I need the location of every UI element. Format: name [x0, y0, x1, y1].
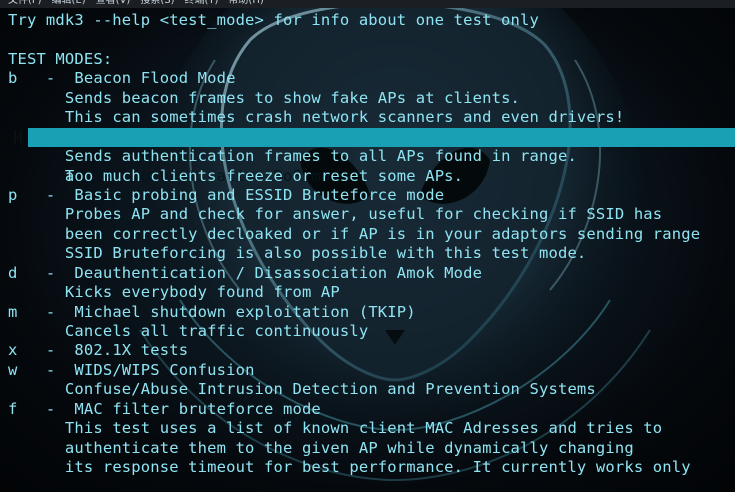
mode-desc: its response timeout for best performanc… [64, 458, 691, 477]
terminal-output[interactable]: Try mdk3 --help <test_mode> for info abo… [8, 11, 735, 492]
menu-edit[interactable]: 编辑(E) [52, 0, 86, 8]
mode-desc: Sends authentication frames to all APs f… [64, 147, 577, 166]
mode-desc: This test uses a list of known client MA… [64, 419, 663, 438]
mode-title: Deauthentication / Disassociation Amok M… [74, 263, 483, 282]
menu-terminal[interactable]: 终端(T) [185, 0, 219, 8]
menu-file[interactable]: 文件(F) [8, 0, 42, 8]
header-line: Try mdk3 --help <test_mode> for info abo… [8, 11, 539, 29]
text-cursor-icon [14, 129, 22, 145]
mode-row-x: x - 802.1X tests [8, 341, 189, 360]
mode-row-f: f - MAC filter bruteforce mode [8, 399, 321, 418]
mode-title: Beacon Flood Mode [74, 69, 236, 88]
mode-title: 802.1X tests [74, 341, 189, 360]
mode-row-b: b - Beacon Flood Mode [8, 69, 236, 88]
mode-title: MAC filter bruteforce mode [74, 399, 321, 418]
mode-desc: Kicks everybody found from AP [64, 283, 340, 302]
mode-title: Michael shutdown exploitation (TKIP) [74, 302, 416, 321]
mode-desc: Sends beacon frames to show fake APs at … [64, 88, 521, 107]
section-heading: TEST MODES: [8, 49, 113, 68]
mode-row-p: p - Basic probing and ESSID Bruteforce m… [8, 185, 445, 204]
mode-desc: authenticate them to the given AP while … [64, 438, 634, 457]
selection-highlight [28, 127, 735, 148]
mode-desc: SSID Bruteforcing is also possible with … [64, 244, 587, 263]
menu-view[interactable]: 查看(V) [96, 0, 131, 8]
mode-desc: This can sometimes crash network scanner… [64, 108, 625, 127]
mode-desc: been correctly decloaked or if AP is in … [64, 224, 701, 243]
mode-title: Basic probing and ESSID Bruteforce mode [74, 185, 445, 204]
menu-search[interactable]: 搜索(S) [140, 0, 174, 8]
terminal-window[interactable]: 文件(F) 编辑(E) 查看(V) 搜索(S) 终端(T) 帮助(H) Try … [0, 0, 735, 492]
mode-row-a-selected[interactable]: a - Authentication DoS mode [8, 127, 735, 185]
mode-row-d: d - Deauthentication / Disassociation Am… [8, 263, 483, 282]
mode-desc: Cancels all traffic continuously [64, 322, 369, 340]
mode-row-w: w - WIDS/WIPS Confusion [8, 360, 255, 379]
menu-bar: 文件(F) 编辑(E) 查看(V) 搜索(S) 终端(T) 帮助(H) [0, 0, 735, 8]
menu-help[interactable]: 帮助(H) [228, 0, 263, 8]
mode-title: WIDS/WIPS Confusion [74, 360, 255, 379]
mode-desc: Too much clients freeze or reset some AP… [64, 166, 464, 185]
mode-desc: Probes AP and check for answer, useful f… [64, 205, 663, 224]
mode-desc: Confuse/Abuse Intrusion Detection and Pr… [64, 380, 596, 399]
mode-row-m: m - Michael shutdown exploitation (TKIP) [8, 302, 416, 321]
